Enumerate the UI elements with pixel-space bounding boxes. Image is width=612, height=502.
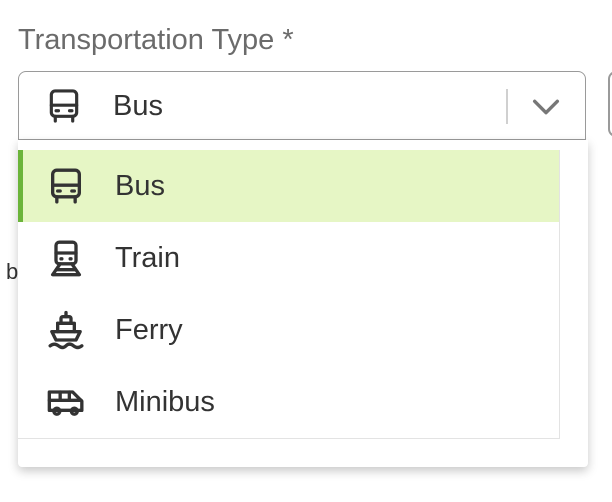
field-label: Transportation Type * xyxy=(18,24,294,56)
selected-value: Bus xyxy=(113,90,163,122)
transportation-type-page: Transportation Type * b Bus Bus Train Fe… xyxy=(0,0,612,502)
bus-icon xyxy=(51,168,82,204)
bus-icon xyxy=(49,89,79,123)
option-ferry[interactable]: Ferry xyxy=(18,294,559,366)
option-minibus[interactable]: Minibus xyxy=(18,366,559,438)
transportation-type-select[interactable]: Bus xyxy=(18,71,586,140)
train-icon xyxy=(51,240,82,277)
chevron-down-icon[interactable] xyxy=(529,92,563,122)
option-label: Ferry xyxy=(115,314,183,346)
ferry-icon xyxy=(48,310,84,350)
option-label: Train xyxy=(115,242,180,274)
adjacent-field-edge[interactable] xyxy=(608,71,612,137)
dropdown-menu: Bus Train Ferry Minibus xyxy=(18,140,588,467)
select-divider xyxy=(506,89,508,124)
option-train[interactable]: Train xyxy=(18,222,559,294)
option-label: Bus xyxy=(115,170,165,202)
minibus-icon xyxy=(47,390,84,416)
background-partial-text: b xyxy=(6,259,19,284)
option-list: Bus Train Ferry Minibus xyxy=(18,150,560,439)
option-label: Minibus xyxy=(115,386,215,418)
option-bus[interactable]: Bus xyxy=(18,150,559,222)
